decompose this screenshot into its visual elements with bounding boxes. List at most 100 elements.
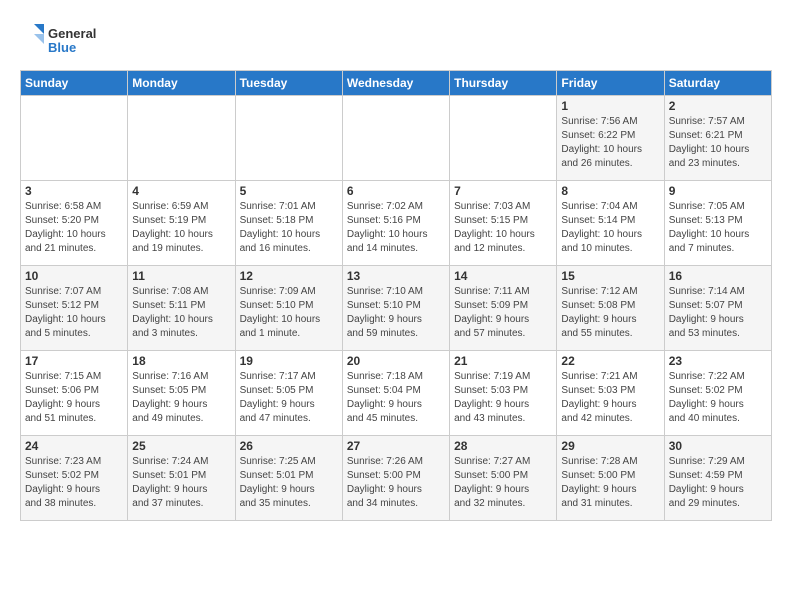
day-number: 14	[454, 269, 552, 283]
day-info: Sunrise: 7:10 AM Sunset: 5:10 PM Dayligh…	[347, 285, 445, 341]
calendar-cell: 26 Sunrise: 7:25 AM Sunset: 5:01 PM Dayli…	[235, 436, 342, 521]
logo-svg: General Blue	[20, 20, 110, 60]
day-number: 25	[132, 439, 230, 453]
day-number: 16	[669, 269, 767, 283]
day-info: Sunrise: 7:07 AM Sunset: 5:12 PM Dayligh…	[25, 285, 123, 341]
day-info: Sunrise: 7:04 AM Sunset: 5:14 PM Dayligh…	[561, 200, 659, 256]
calendar-week-5: 24 Sunrise: 7:23 AM Sunset: 5:02 PM Dayli…	[21, 436, 772, 521]
calendar-week-3: 10Sunrise: 7:07 AM Sunset: 5:12 PM Dayli…	[21, 266, 772, 351]
calendar-cell: 30Sunrise: 7:29 AM Sunset: 4:59 PM Dayli…	[664, 436, 771, 521]
day-number: 13	[347, 269, 445, 283]
page-header: General Blue	[20, 20, 772, 60]
day-number: 21	[454, 354, 552, 368]
calendar-week-1: 1 Sunrise: 7:56 AM Sunset: 6:22 PM Daylig…	[21, 96, 772, 181]
calendar-cell: 9Sunrise: 7:05 AM Sunset: 5:13 PM Daylig…	[664, 181, 771, 266]
day-info: Sunrise: 7:03 AM Sunset: 5:15 PM Dayligh…	[454, 200, 552, 256]
day-info: Sunrise: 7:24 AM Sunset: 5:01 PM Dayligh…	[132, 455, 230, 511]
weekday-header-friday: Friday	[557, 71, 664, 96]
weekday-header-monday: Monday	[128, 71, 235, 96]
calendar-week-2: 3Sunrise: 6:58 AM Sunset: 5:20 PM Daylig…	[21, 181, 772, 266]
calendar-cell: 19 Sunrise: 7:17 AM Sunset: 5:05 PM Dayli…	[235, 351, 342, 436]
day-info: Sunrise: 7:09 AM Sunset: 5:10 PM Dayligh…	[240, 285, 338, 341]
day-number: 18	[132, 354, 230, 368]
calendar-table: SundayMondayTuesdayWednesdayThursdayFrid…	[20, 70, 772, 521]
day-info: Sunrise: 7:23 AM Sunset: 5:02 PM Dayligh…	[25, 455, 123, 511]
calendar-cell	[235, 96, 342, 181]
day-number: 6	[347, 184, 445, 198]
day-info: Sunrise: 7:27 AM Sunset: 5:00 PM Dayligh…	[454, 455, 552, 511]
calendar-cell: 11 Sunrise: 7:08 AM Sunset: 5:11 PM Dayli…	[128, 266, 235, 351]
day-info: Sunrise: 7:19 AM Sunset: 5:03 PM Dayligh…	[454, 370, 552, 426]
day-info: Sunrise: 7:12 AM Sunset: 5:08 PM Dayligh…	[561, 285, 659, 341]
calendar-header: SundayMondayTuesdayWednesdayThursdayFrid…	[21, 71, 772, 96]
day-info: Sunrise: 7:05 AM Sunset: 5:13 PM Dayligh…	[669, 200, 767, 256]
day-number: 26	[240, 439, 338, 453]
calendar-cell: 15 Sunrise: 7:12 AM Sunset: 5:08 PM Dayli…	[557, 266, 664, 351]
day-number: 4	[132, 184, 230, 198]
calendar-cell: 1 Sunrise: 7:56 AM Sunset: 6:22 PM Daylig…	[557, 96, 664, 181]
calendar-cell: 2 Sunrise: 7:57 AM Sunset: 6:21 PM Daylig…	[664, 96, 771, 181]
calendar-cell: 12 Sunrise: 7:09 AM Sunset: 5:10 PM Dayli…	[235, 266, 342, 351]
day-number: 19	[240, 354, 338, 368]
calendar-cell	[342, 96, 449, 181]
day-number: 12	[240, 269, 338, 283]
calendar-cell: 28Sunrise: 7:27 AM Sunset: 5:00 PM Dayli…	[450, 436, 557, 521]
day-info: Sunrise: 7:57 AM Sunset: 6:21 PM Dayligh…	[669, 115, 767, 171]
day-number: 8	[561, 184, 659, 198]
calendar-cell	[450, 96, 557, 181]
day-number: 22	[561, 354, 659, 368]
weekday-header-wednesday: Wednesday	[342, 71, 449, 96]
day-info: Sunrise: 6:58 AM Sunset: 5:20 PM Dayligh…	[25, 200, 123, 256]
calendar-cell: 5 Sunrise: 7:01 AM Sunset: 5:18 PM Daylig…	[235, 181, 342, 266]
weekday-header-tuesday: Tuesday	[235, 71, 342, 96]
calendar-cell	[21, 96, 128, 181]
day-info: Sunrise: 7:11 AM Sunset: 5:09 PM Dayligh…	[454, 285, 552, 341]
weekday-header-saturday: Saturday	[664, 71, 771, 96]
svg-text:General: General	[48, 26, 96, 41]
day-number: 11	[132, 269, 230, 283]
calendar-cell: 14 Sunrise: 7:11 AM Sunset: 5:09 PM Dayli…	[450, 266, 557, 351]
day-info: Sunrise: 7:22 AM Sunset: 5:02 PM Dayligh…	[669, 370, 767, 426]
day-info: Sunrise: 7:28 AM Sunset: 5:00 PM Dayligh…	[561, 455, 659, 511]
day-number: 17	[25, 354, 123, 368]
weekday-header-row: SundayMondayTuesdayWednesdayThursdayFrid…	[21, 71, 772, 96]
day-info: Sunrise: 7:17 AM Sunset: 5:05 PM Dayligh…	[240, 370, 338, 426]
day-number: 15	[561, 269, 659, 283]
calendar-cell: 3Sunrise: 6:58 AM Sunset: 5:20 PM Daylig…	[21, 181, 128, 266]
day-number: 24	[25, 439, 123, 453]
calendar-cell: 27Sunrise: 7:26 AM Sunset: 5:00 PM Dayli…	[342, 436, 449, 521]
day-info: Sunrise: 7:26 AM Sunset: 5:00 PM Dayligh…	[347, 455, 445, 511]
calendar-cell: 25 Sunrise: 7:24 AM Sunset: 5:01 PM Dayli…	[128, 436, 235, 521]
day-info: Sunrise: 7:14 AM Sunset: 5:07 PM Dayligh…	[669, 285, 767, 341]
logo: General Blue	[20, 20, 110, 60]
calendar-cell: 23 Sunrise: 7:22 AM Sunset: 5:02 PM Dayli…	[664, 351, 771, 436]
calendar-cell: 7 Sunrise: 7:03 AM Sunset: 5:15 PM Daylig…	[450, 181, 557, 266]
calendar-cell: 24 Sunrise: 7:23 AM Sunset: 5:02 PM Dayli…	[21, 436, 128, 521]
day-info: Sunrise: 7:18 AM Sunset: 5:04 PM Dayligh…	[347, 370, 445, 426]
day-number: 30	[669, 439, 767, 453]
calendar-cell: 4 Sunrise: 6:59 AM Sunset: 5:19 PM Daylig…	[128, 181, 235, 266]
calendar-cell: 16 Sunrise: 7:14 AM Sunset: 5:07 PM Dayli…	[664, 266, 771, 351]
calendar-cell: 21 Sunrise: 7:19 AM Sunset: 5:03 PM Dayli…	[450, 351, 557, 436]
day-info: Sunrise: 7:16 AM Sunset: 5:05 PM Dayligh…	[132, 370, 230, 426]
day-info: Sunrise: 7:25 AM Sunset: 5:01 PM Dayligh…	[240, 455, 338, 511]
day-info: Sunrise: 7:02 AM Sunset: 5:16 PM Dayligh…	[347, 200, 445, 256]
day-info: Sunrise: 7:01 AM Sunset: 5:18 PM Dayligh…	[240, 200, 338, 256]
day-number: 23	[669, 354, 767, 368]
day-number: 20	[347, 354, 445, 368]
calendar-cell: 10Sunrise: 7:07 AM Sunset: 5:12 PM Dayli…	[21, 266, 128, 351]
day-number: 5	[240, 184, 338, 198]
calendar-cell	[128, 96, 235, 181]
day-info: Sunrise: 7:08 AM Sunset: 5:11 PM Dayligh…	[132, 285, 230, 341]
weekday-header-thursday: Thursday	[450, 71, 557, 96]
day-info: Sunrise: 7:56 AM Sunset: 6:22 PM Dayligh…	[561, 115, 659, 171]
calendar-cell: 18 Sunrise: 7:16 AM Sunset: 5:05 PM Dayli…	[128, 351, 235, 436]
calendar-cell: 29Sunrise: 7:28 AM Sunset: 5:00 PM Dayli…	[557, 436, 664, 521]
calendar-cell: 20 Sunrise: 7:18 AM Sunset: 5:04 PM Dayli…	[342, 351, 449, 436]
weekday-header-sunday: Sunday	[21, 71, 128, 96]
day-number: 1	[561, 99, 659, 113]
day-info: Sunrise: 6:59 AM Sunset: 5:19 PM Dayligh…	[132, 200, 230, 256]
svg-text:Blue: Blue	[48, 40, 76, 55]
day-number: 2	[669, 99, 767, 113]
day-number: 7	[454, 184, 552, 198]
